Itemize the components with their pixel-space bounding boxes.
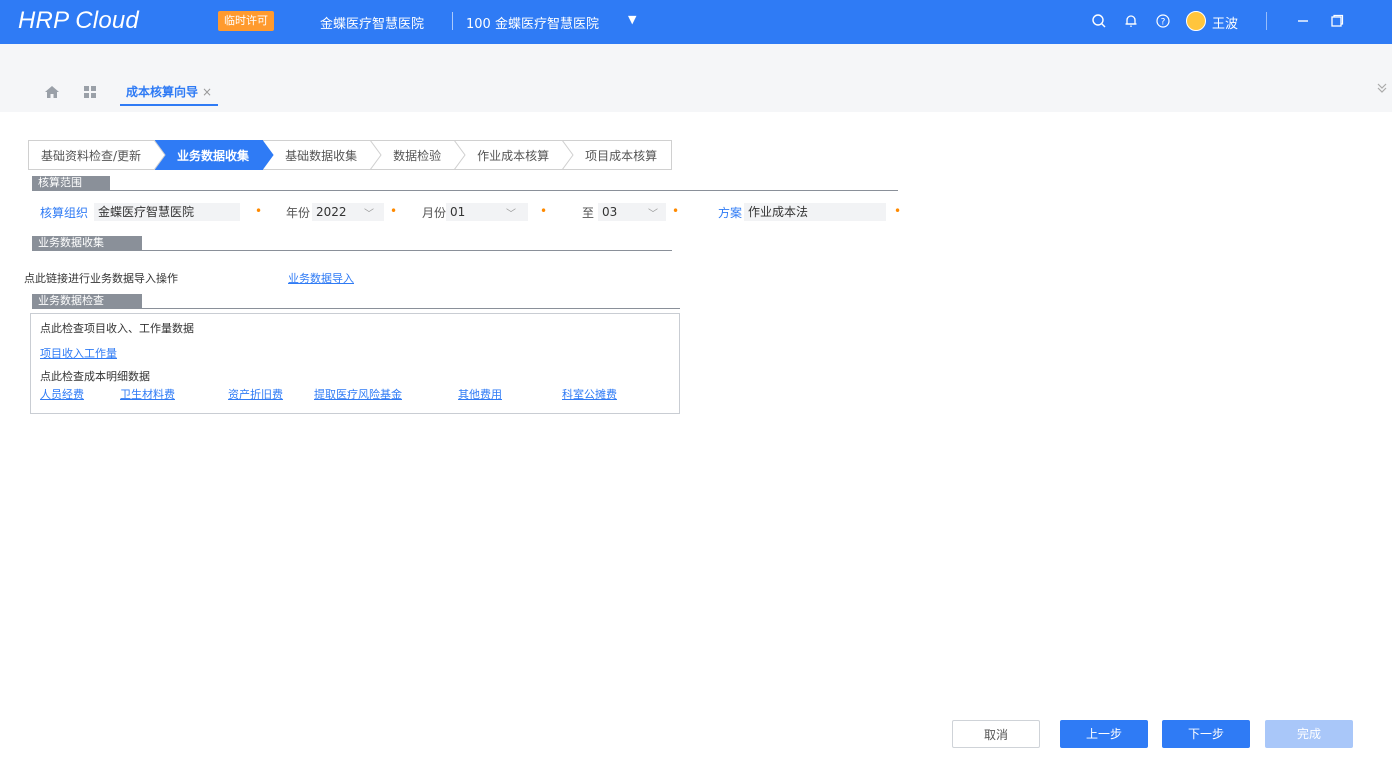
check-hint-cost: 点此检查成本明细数据 — [40, 370, 150, 383]
section-divider — [32, 250, 672, 251]
wizard-step[interactable]: 基础资料检查/更新 — [28, 140, 166, 170]
app-logo: HRP Cloud — [18, 7, 139, 34]
wizard-step-label: 作业成本核算 — [477, 149, 550, 163]
cancel-button[interactable]: 取消 — [952, 720, 1040, 748]
help-icon[interactable]: ? — [1152, 10, 1174, 32]
required-mark: • — [894, 204, 902, 218]
required-mark: • — [540, 204, 548, 218]
restore-icon[interactable] — [1326, 10, 1348, 32]
month-label: 月份 — [422, 206, 447, 220]
other-cost-link[interactable]: 其他费用 — [458, 386, 502, 402]
collapse-icon[interactable] — [1376, 82, 1388, 97]
org-name: 金蝶医疗智慧医院 — [320, 17, 425, 32]
wizard-step[interactable]: 作业成本核算 — [455, 140, 574, 170]
step-chevron-icon — [454, 140, 466, 170]
next-step-button[interactable]: 下一步 — [1162, 720, 1250, 748]
required-mark: • — [255, 204, 263, 218]
step-chevron-icon — [262, 140, 274, 170]
section-title-check: 业务数据检查 — [32, 294, 142, 308]
required-mark: • — [672, 204, 680, 218]
org-field[interactable]: 金蝶医疗智慧医院 — [94, 203, 240, 221]
section-title-collect: 业务数据收集 — [32, 236, 142, 250]
plan-field[interactable]: 作业成本法 — [744, 203, 886, 221]
to-label: 至 — [582, 206, 595, 220]
svg-text:?: ? — [1161, 18, 1166, 28]
wizard-steps: 基础资料检查/更新 业务数据收集 基础数据收集 数据检验 作业成本核算 项目成本核算 — [28, 140, 673, 170]
header-divider — [452, 12, 453, 30]
medical-material-cost-link[interactable]: 卫生材料费 — [120, 386, 175, 402]
grid-icon[interactable] — [83, 85, 97, 102]
header-divider — [1266, 12, 1267, 30]
step-chevron-icon — [562, 140, 574, 170]
wizard-step[interactable]: 基础数据收集 — [263, 140, 382, 170]
personnel-cost-link[interactable]: 人员经费 — [40, 386, 84, 402]
project-income-workload-link[interactable]: 项目收入工作量 — [40, 345, 117, 361]
tab-cost-wizard[interactable]: 成本核算向导 × — [120, 80, 219, 106]
wizard-step-label: 基础资料检查/更新 — [41, 149, 142, 163]
home-icon[interactable] — [44, 85, 60, 102]
section-divider — [32, 190, 898, 191]
close-icon[interactable]: × — [202, 85, 212, 99]
wizard-step-label: 数据检验 — [393, 149, 442, 163]
business-data-import-link[interactable]: 业务数据导入 — [288, 270, 354, 286]
license-badge: 临时许可 — [218, 11, 274, 31]
medical-risk-fund-link[interactable]: 提取医疗风险基金 — [314, 386, 402, 402]
wizard-step[interactable]: 项目成本核算 — [563, 140, 673, 170]
dept-shared-cost-link[interactable]: 科室公摊费 — [562, 386, 617, 402]
wizard-step-label: 业务数据收集 — [177, 149, 250, 163]
avatar[interactable] — [1186, 11, 1206, 31]
bell-icon[interactable] — [1120, 10, 1142, 32]
finish-button[interactable]: 完成 — [1265, 720, 1353, 748]
section-title-scope: 核算范围 — [32, 176, 110, 190]
collect-hint: 点此链接进行业务数据导入操作 — [24, 272, 178, 285]
wizard-step-label: 基础数据收集 — [285, 149, 358, 163]
caret-down-icon[interactable]: ▼ — [628, 13, 636, 26]
chevron-down-icon[interactable]: ﹀ — [648, 205, 658, 220]
previous-step-button[interactable]: 上一步 — [1060, 720, 1148, 748]
chevron-down-icon[interactable]: ﹀ — [364, 205, 374, 220]
org-label: 核算组织 — [40, 206, 89, 220]
check-hint-income: 点此检查项目收入、工作量数据 — [40, 322, 194, 335]
org-selector[interactable]: 100 金蝶医疗智慧医院 — [466, 13, 599, 32]
wizard-step[interactable]: 数据检验 — [371, 140, 466, 170]
step-chevron-icon — [370, 140, 382, 170]
plan-label: 方案 — [718, 206, 743, 220]
wizard-step-label: 项目成本核算 — [585, 149, 658, 163]
year-label: 年份 — [286, 206, 311, 220]
asset-depreciation-link[interactable]: 资产折旧费 — [228, 386, 283, 402]
tab-label: 成本核算向导 — [126, 85, 199, 99]
section-divider — [32, 308, 680, 309]
step-chevron-icon — [154, 140, 166, 170]
top-header: HRP Cloud 临时许可 金蝶医疗智慧医院 100 金蝶医疗智慧医院 ▼ ?… — [0, 0, 1392, 44]
username[interactable]: 王波 — [1212, 13, 1238, 32]
required-mark: • — [390, 204, 398, 218]
chevron-down-icon[interactable]: ﹀ — [506, 205, 516, 220]
search-icon[interactable] — [1088, 10, 1110, 32]
minimize-icon[interactable] — [1292, 10, 1314, 32]
wizard-step[interactable]: 业务数据收集 — [155, 140, 274, 170]
